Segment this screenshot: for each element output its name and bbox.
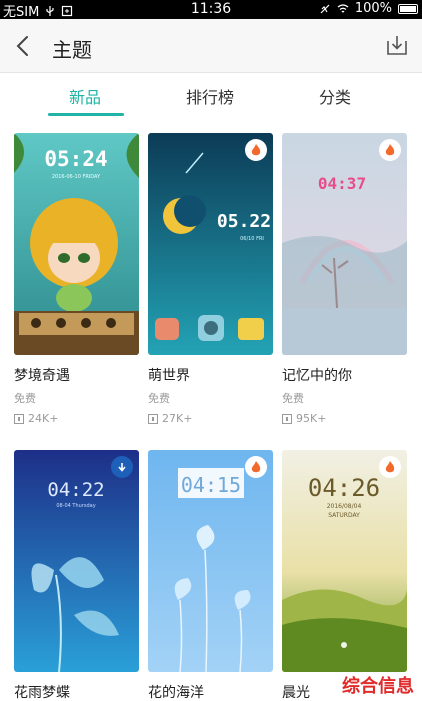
theme-preview-flower-sea: 04:15 [148, 450, 273, 672]
theme-price: 免费 [282, 392, 304, 405]
download-manager-icon[interactable] [385, 33, 409, 57]
theme-price: 免费 [148, 392, 170, 405]
title-bar: 主题 [0, 19, 422, 73]
theme-downloads: 24K+ [14, 412, 58, 425]
download-count: 27K+ [162, 412, 193, 425]
preview-date: 08-04 Thursday [56, 503, 95, 509]
preview-clock: 05:24 [44, 147, 107, 171]
theme-thumbnail[interactable]: 04:15 [148, 450, 273, 672]
theme-name[interactable]: 萌世界 [148, 365, 190, 385]
preview-clock: 04:15 [181, 473, 241, 497]
theme-thumbnail[interactable]: 04:37 [282, 133, 407, 355]
watermark-text: 综合信息 [342, 676, 414, 697]
download-count: 24K+ [28, 412, 59, 425]
preview-date: 2016/08/04 [327, 503, 362, 510]
back-arrow-icon[interactable] [12, 33, 36, 59]
theme-name[interactable]: 花雨梦蝶 [14, 682, 70, 701]
preview-clock: 04:26 [308, 474, 380, 502]
theme-price: 免费 [14, 392, 36, 405]
theme-name[interactable]: 梦境奇遇 [14, 365, 70, 385]
theme-downloads: 27K+ [148, 412, 192, 425]
flame-icon [385, 144, 395, 156]
tab-new[interactable]: 新品 [40, 84, 130, 108]
download-count: 95K+ [296, 412, 327, 425]
preview-date: 2016-06-10 FRIDAY [52, 174, 101, 180]
download-count-icon [148, 413, 158, 424]
page-title: 主题 [52, 38, 92, 62]
theme-name[interactable]: 晨光 [282, 682, 310, 701]
theme-preview-dreamland: 05:24 2016-06-10 FRIDAY [14, 133, 139, 355]
theme-preview-cute-world: 05.22 06/10 FRI [148, 133, 273, 355]
status-bar: 无SIM 11:36 100% [0, 0, 422, 20]
tab-ranking[interactable]: 排行榜 [165, 84, 255, 108]
tab-bar: 新品 排行榜 分类 [0, 73, 422, 117]
preview-weekday: SATURDAY [328, 512, 360, 519]
hot-badge [245, 456, 267, 478]
mute-icon [320, 4, 330, 13]
battery-percent: 100% [354, 1, 392, 16]
active-tab-indicator [48, 113, 124, 116]
preview-clock: 04:22 [47, 479, 104, 501]
tab-category[interactable]: 分类 [290, 84, 380, 108]
hot-badge [379, 456, 401, 478]
preview-date: 06/10 FRI [240, 236, 264, 242]
theme-name[interactable]: 记忆中的你 [282, 365, 352, 385]
theme-thumbnail[interactable]: 05.22 06/10 FRI [148, 133, 273, 355]
download-count-icon [14, 413, 24, 424]
download-badge[interactable] [111, 456, 133, 478]
flame-icon [385, 461, 395, 473]
download-arrow-icon [118, 463, 126, 472]
download-count-icon [282, 413, 292, 424]
theme-thumbnail[interactable]: 04:22 08-04 Thursday [14, 450, 139, 672]
theme-preview-memory: 04:37 [282, 133, 407, 355]
battery-icon [398, 3, 418, 14]
wifi-icon [337, 3, 349, 12]
hot-badge [245, 139, 267, 161]
preview-clock: 05.22 [217, 211, 271, 232]
theme-downloads: 95K+ [282, 412, 326, 425]
hot-badge [379, 139, 401, 161]
flame-icon [251, 461, 261, 473]
theme-preview-morning-light: 04:26 2016/08/04 SATURDAY [282, 450, 407, 672]
preview-clock: 04:37 [318, 174, 366, 193]
theme-name[interactable]: 花的海洋 [148, 682, 204, 701]
status-right: 100% [319, 1, 418, 16]
theme-thumbnail[interactable]: 05:24 2016-06-10 FRIDAY [14, 133, 139, 355]
theme-thumbnail[interactable]: 04:26 2016/08/04 SATURDAY [282, 450, 407, 672]
flame-icon [251, 144, 261, 156]
theme-preview-flower-rain: 04:22 08-04 Thursday [14, 450, 139, 672]
